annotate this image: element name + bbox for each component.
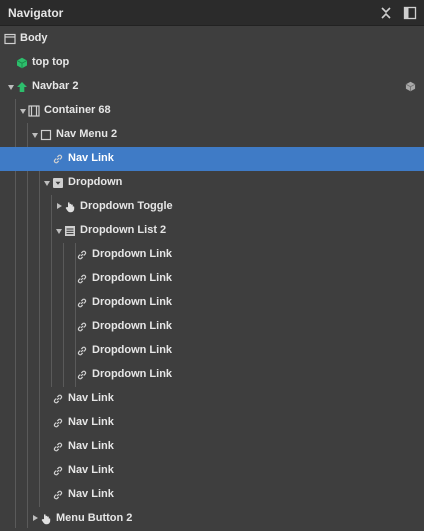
tree-item-label: Dropdown Link: [92, 296, 173, 308]
tree-item-label: Nav Link: [68, 392, 114, 404]
link-icon: [52, 393, 64, 405]
tree-row[interactable]: top top: [0, 51, 424, 75]
collapse-caret-icon[interactable]: [32, 133, 38, 138]
tree-item-label: Dropdown Link: [92, 272, 173, 284]
dropdown-icon: [52, 177, 64, 189]
tree-item-label: Body: [20, 32, 48, 44]
body-icon: [4, 33, 16, 45]
tree-item-label: Dropdown Link: [92, 368, 173, 380]
tree-row[interactable]: Dropdown Link: [0, 363, 424, 387]
link-icon: [76, 369, 88, 381]
collapse-caret-icon[interactable]: [56, 229, 62, 234]
link-icon: [52, 417, 64, 429]
collapse-all-icon[interactable]: [379, 6, 393, 20]
dock-panel-icon[interactable]: [403, 6, 417, 20]
link-icon: [52, 489, 64, 501]
tree-row[interactable]: Dropdown Link: [0, 339, 424, 363]
link-icon: [76, 273, 88, 285]
tree-row[interactable]: Dropdown: [0, 171, 424, 195]
tree-row[interactable]: Container 68: [0, 99, 424, 123]
tree-item-label: Dropdown List 2: [80, 224, 167, 236]
navigator-header: Navigator: [0, 0, 424, 26]
tree-row[interactable]: Nav Link: [0, 147, 424, 171]
link-icon: [76, 249, 88, 261]
tree-row[interactable]: Dropdown Link: [0, 267, 424, 291]
hand-icon: [40, 513, 52, 525]
tree-item-label: Menu Button 2: [56, 512, 133, 524]
navbar-icon: [16, 81, 28, 93]
tree-row[interactable]: Nav Menu 2: [0, 123, 424, 147]
tree-item-label: Dropdown Link: [92, 248, 173, 260]
expand-caret-icon[interactable]: [57, 203, 62, 209]
tree-row[interactable]: Dropdown Link: [0, 315, 424, 339]
link-icon: [52, 153, 64, 165]
link-icon: [76, 321, 88, 333]
tree-row[interactable]: Nav Link: [0, 387, 424, 411]
collapse-caret-icon[interactable]: [20, 109, 26, 114]
tree-row[interactable]: Navbar 2: [0, 75, 424, 99]
link-icon: [52, 441, 64, 453]
tree-row[interactable]: Nav Link: [0, 435, 424, 459]
collapse-caret-icon[interactable]: [44, 181, 50, 186]
tree-row[interactable]: Dropdown List 2: [0, 219, 424, 243]
tree-row[interactable]: Dropdown Link: [0, 243, 424, 267]
hand-icon: [64, 201, 76, 213]
tree-item-label: Nav Link: [68, 416, 114, 428]
tree-item-label: Dropdown: [68, 176, 123, 188]
tree-item-label: Container 68: [44, 104, 111, 116]
container-icon: [28, 105, 40, 117]
tree-row[interactable]: Body: [0, 27, 424, 51]
tree-row[interactable]: Nav Link: [0, 411, 424, 435]
tree-item-label: Navbar 2: [32, 80, 79, 92]
expand-caret-icon[interactable]: [33, 515, 38, 521]
tree-item-label: top top: [32, 56, 70, 68]
tree-item-label: Dropdown Link: [92, 320, 173, 332]
link-icon: [76, 345, 88, 357]
tree-row[interactable]: Dropdown Link: [0, 291, 424, 315]
link-icon: [52, 465, 64, 477]
tree-item-label: Nav Menu 2: [56, 128, 118, 140]
tree-item-label: Dropdown Toggle: [80, 200, 173, 212]
panel-title: Navigator: [8, 6, 64, 20]
list-icon: [64, 225, 76, 237]
tree-row[interactable]: Dropdown Toggle: [0, 195, 424, 219]
tree-item-label: Dropdown Link: [92, 344, 173, 356]
symbol-icon: [16, 57, 28, 69]
navigator-tree: Body top top Navbar 2 Container 68 Nav Menu …: [0, 27, 424, 528]
collapse-caret-icon[interactable]: [8, 85, 14, 90]
tree-row[interactable]: Menu Button 2: [0, 507, 424, 531]
link-icon: [76, 297, 88, 309]
tree-row[interactable]: Nav Link: [0, 459, 424, 483]
tree-item-label: Nav Link: [68, 152, 114, 164]
tree-item-label: Nav Link: [68, 440, 114, 452]
symbol-badge-icon: [405, 81, 416, 92]
box-icon: [40, 129, 52, 141]
tree-item-label: Nav Link: [68, 488, 114, 500]
tree-item-label: Nav Link: [68, 464, 114, 476]
tree-row[interactable]: Nav Link: [0, 483, 424, 507]
